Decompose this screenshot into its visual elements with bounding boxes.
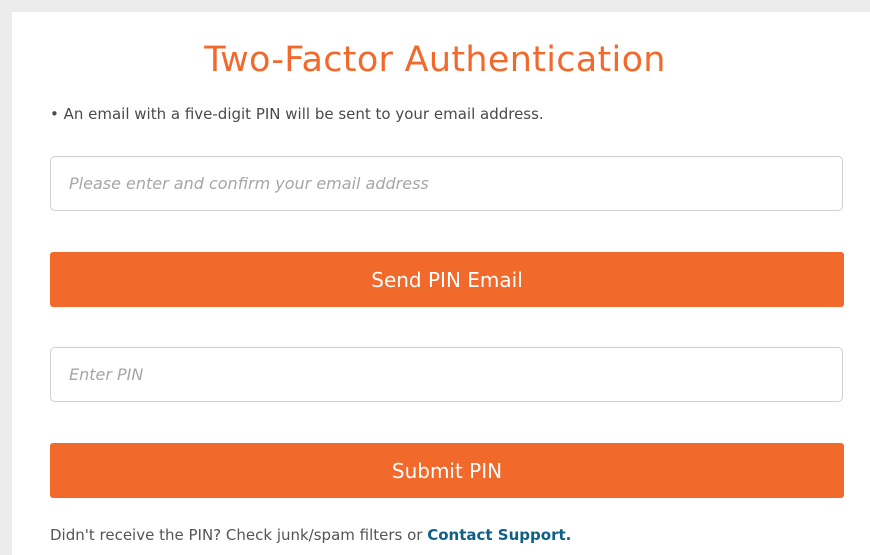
help-text: Didn't receive the PIN? Check junk/spam … bbox=[50, 526, 428, 544]
contact-support-link[interactable]: Contact Support. bbox=[427, 526, 571, 544]
help-footer: Didn't receive the PIN? Check junk/spam … bbox=[50, 526, 571, 544]
instruction-note: • An email with a five-digit PIN will be… bbox=[50, 105, 544, 123]
page-title: Two-Factor Authentication bbox=[204, 40, 666, 80]
email-input[interactable] bbox=[50, 156, 843, 211]
pin-input[interactable] bbox=[50, 347, 843, 402]
page-background: Two-Factor Authentication • An email wit… bbox=[0, 0, 870, 555]
submit-pin-button[interactable]: Submit PIN bbox=[50, 443, 844, 498]
send-pin-email-button[interactable]: Send PIN Email bbox=[50, 252, 844, 307]
